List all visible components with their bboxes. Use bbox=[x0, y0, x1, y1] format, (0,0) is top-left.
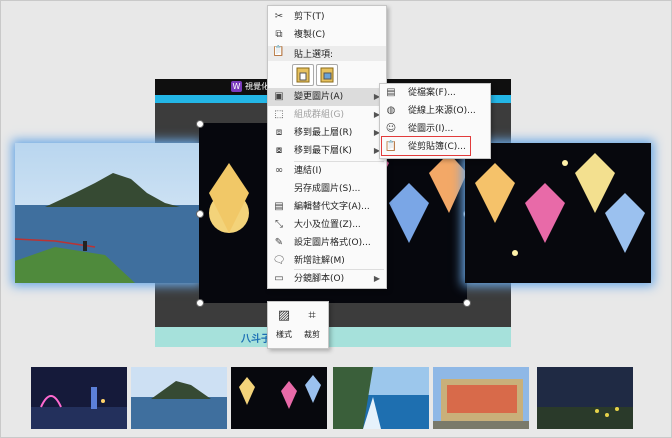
change-picture-icon: ▣ bbox=[274, 91, 284, 102]
style-button[interactable]: ▨ 樣式 bbox=[270, 304, 298, 346]
lantern-photo-right[interactable] bbox=[465, 143, 651, 283]
menu-item-bring-front[interactable]: ⧈ 移到最上層(R) ▶ bbox=[268, 124, 386, 142]
menu-item-label: 剪下(T) bbox=[294, 12, 325, 22]
menu-item-label: 分鏡腳本(O) bbox=[294, 274, 345, 284]
paste-keep-format-button[interactable] bbox=[292, 64, 314, 86]
menu-item-label: 連結(I) bbox=[294, 166, 322, 176]
size-position-icon: ⤡ bbox=[275, 219, 283, 230]
slide-footer: 八斗子 bbox=[155, 327, 511, 347]
menu-item-label: 組成群組(G) bbox=[294, 110, 344, 120]
menu-item-label: 編輯替代文字(A)... bbox=[294, 202, 370, 212]
canvas: W 視覺化 八斗子 ▨ 樣式 ⌗ 裁剪 ✂ 剪下(T) ⧉ 複製(C) 📋 貼上… bbox=[0, 0, 672, 438]
menu-item-link[interactable]: ∞ 連結(I) bbox=[268, 162, 386, 180]
resize-handle-bl[interactable] bbox=[196, 299, 204, 307]
submenu-item-from-file[interactable]: ▤ 從檔案(F)... bbox=[380, 84, 490, 102]
menu-item-storyboard[interactable]: ▭ 分鏡腳本(O) ▶ bbox=[268, 270, 386, 288]
highlight-annotation-box bbox=[381, 136, 471, 156]
thumbnail-lanterns[interactable] bbox=[231, 367, 327, 429]
submenu-item-label: 從線上來源(O)... bbox=[408, 106, 476, 116]
menu-item-save-as-picture[interactable]: 另存成圖片(S)... bbox=[268, 180, 386, 198]
from-file-icon: ▤ bbox=[386, 87, 396, 98]
thumbnail-night-city[interactable] bbox=[31, 367, 127, 429]
bring-front-icon: ⧈ bbox=[275, 127, 283, 138]
menu-item-group[interactable]: ⬚ 組成群組(G) ▶ bbox=[268, 106, 386, 124]
menu-item-send-back[interactable]: ⧇ 移到最下層(K) ▶ bbox=[268, 142, 386, 160]
menu-item-new-comment[interactable]: 🗨 新增註解(M) bbox=[268, 252, 386, 270]
chevron-right-icon: ▶ bbox=[373, 274, 380, 283]
slide-header-title: 視覺化 bbox=[245, 82, 269, 91]
thumbnail-island[interactable] bbox=[131, 367, 227, 429]
menu-item-alt-text[interactable]: ▤ 編輯替代文字(A)... bbox=[268, 198, 386, 216]
menu-item-label: 移到最下層(K) bbox=[294, 146, 352, 156]
menu-item-label: 新增註解(M) bbox=[294, 256, 345, 266]
crop-icon: ⌗ bbox=[308, 308, 316, 323]
copy-icon: ⧉ bbox=[275, 29, 283, 40]
group-icon: ⬚ bbox=[274, 109, 284, 120]
menu-item-label: 移到最上層(R) bbox=[294, 128, 353, 138]
crop-button[interactable]: ⌗ 裁剪 bbox=[298, 304, 326, 346]
logo-icon: W bbox=[231, 81, 242, 92]
send-back-icon: ⧇ bbox=[275, 145, 283, 156]
menu-item-change-picture[interactable]: ▣ 變更圖片(A) ▶ bbox=[268, 88, 386, 106]
alt-text-icon: ▤ bbox=[274, 201, 284, 212]
menu-item-cut[interactable]: ✂ 剪下(T) bbox=[268, 8, 386, 26]
paste-options-label: 貼上選項: bbox=[294, 50, 334, 60]
menu-item-label: 另存成圖片(S)... bbox=[294, 184, 361, 194]
thumbnail-flower-field[interactable] bbox=[537, 367, 633, 429]
submenu-item-from-online[interactable]: ◍ 從線上來源(O)... bbox=[380, 102, 490, 120]
thumbnail-mural-building[interactable] bbox=[433, 367, 529, 429]
resize-handle-ml[interactable] bbox=[196, 210, 204, 218]
context-menu: ✂ 剪下(T) ⧉ 複製(C) 📋 貼上選項: ▣ 變更圖片(A) ▶ ⬚ 組成… bbox=[267, 5, 387, 289]
animation-script-icon: ▭ bbox=[274, 273, 284, 284]
style-icon: ▨ bbox=[277, 308, 291, 323]
menu-item-label: 大小及位置(Z)... bbox=[294, 220, 361, 230]
island-image bbox=[15, 143, 199, 283]
island-photo[interactable] bbox=[15, 143, 199, 283]
paste-icon: 📋 bbox=[272, 46, 285, 57]
menu-item-format-picture[interactable]: ✎ 設定圖片格式(O)... bbox=[268, 234, 386, 252]
crop-label: 裁剪 bbox=[304, 330, 320, 339]
new-comment-icon: 🗨 bbox=[272, 255, 286, 266]
from-icons-icon: ☺ bbox=[385, 123, 397, 134]
menu-item-label: 變更圖片(A) bbox=[294, 92, 344, 102]
save-picture-icon bbox=[272, 182, 286, 196]
paste-options-header: 📋 貼上選項: bbox=[268, 46, 386, 61]
menu-item-size-position[interactable]: ⤡ 大小及位置(Z)... bbox=[268, 216, 386, 234]
submenu-item-label: 從檔案(F)... bbox=[408, 88, 456, 98]
format-picture-icon: ✎ bbox=[274, 237, 284, 248]
style-label: 樣式 bbox=[276, 330, 292, 339]
from-online-icon: ◍ bbox=[386, 105, 396, 116]
thumbnail-coast[interactable] bbox=[333, 367, 429, 429]
menu-item-label: 設定圖片格式(O)... bbox=[294, 238, 371, 248]
link-icon: ∞ bbox=[274, 165, 284, 176]
resize-handle-br[interactable] bbox=[463, 299, 471, 307]
paste-as-picture-button[interactable] bbox=[316, 64, 338, 86]
menu-item-copy[interactable]: ⧉ 複製(C) bbox=[268, 26, 386, 44]
menu-item-label: 複製(C) bbox=[294, 30, 326, 40]
resize-handle-tl[interactable] bbox=[196, 120, 204, 128]
lantern-image-right bbox=[465, 143, 651, 283]
scissors-icon: ✂ bbox=[274, 11, 284, 22]
picture-mini-toolbar: ▨ 樣式 ⌗ 裁剪 bbox=[267, 301, 329, 349]
